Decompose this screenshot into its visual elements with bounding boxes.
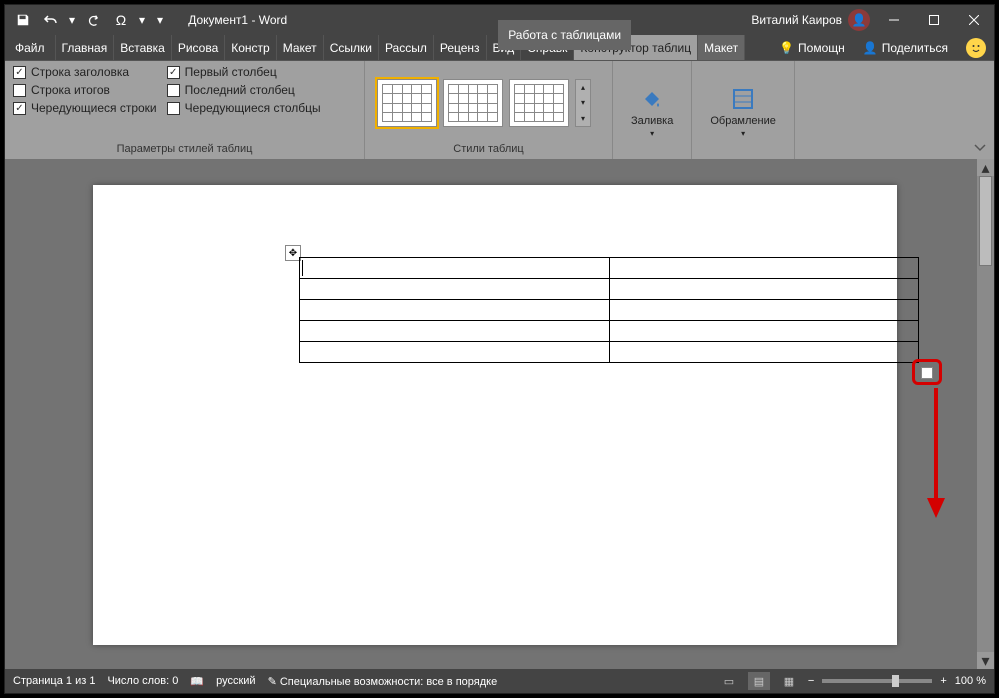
chk-banded-rows[interactable]: ✓Чередующиеся строки (13, 101, 157, 115)
qat-customize[interactable]: ▾ (155, 8, 165, 32)
tab-insert[interactable]: Вставка (114, 35, 172, 60)
scroll-down-button[interactable]: ▾ (977, 652, 994, 669)
status-bar: Страница 1 из 1 Число слов: 0 📖 русский … (5, 669, 994, 693)
bucket-icon (638, 85, 666, 113)
table-cell[interactable] (300, 279, 610, 300)
table-cell[interactable] (609, 300, 919, 321)
quick-access-toolbar: ▾ Ω ▾ ▾ (5, 8, 165, 32)
ribbon: ✓Строка заголовка Строка итогов ✓Чередую… (5, 61, 994, 159)
tab-layout[interactable]: Макет (277, 35, 324, 60)
group-label-styles: Стили таблиц (373, 141, 604, 157)
spellcheck-icon[interactable]: 📖 (190, 675, 204, 688)
document-title: Документ1 - Word (188, 13, 287, 27)
status-language[interactable]: русский (216, 675, 255, 687)
tab-mailings[interactable]: Рассыл (379, 35, 434, 60)
status-words[interactable]: Число слов: 0 (107, 675, 178, 687)
qat-dropdown-2[interactable]: ▾ (137, 8, 147, 32)
collapse-ribbon-button[interactable] (972, 139, 988, 155)
table-cell[interactable] (609, 279, 919, 300)
zoom-slider-thumb[interactable] (892, 675, 899, 687)
table-cell[interactable] (609, 258, 919, 279)
save-button[interactable] (11, 8, 35, 32)
table-cell[interactable] (609, 321, 919, 342)
symbol-button[interactable]: Ω (109, 8, 133, 32)
qat-dropdown-1[interactable]: ▾ (67, 8, 77, 32)
scroll-thumb[interactable] (979, 176, 992, 266)
chk-first-col[interactable]: ✓Первый столбец (167, 65, 321, 79)
tab-review[interactable]: Реценз (434, 35, 487, 60)
borders-button[interactable]: Обрамление▾ (700, 65, 786, 157)
document-area: ✥ ▴ ▾ (5, 159, 994, 669)
annotation-arrow-icon (921, 383, 951, 523)
close-button[interactable] (954, 5, 994, 35)
tab-references[interactable]: Ссылки (324, 35, 379, 60)
chk-header-row[interactable]: ✓Строка заголовка (13, 65, 157, 79)
redo-button[interactable] (81, 8, 105, 32)
tab-table-layout[interactable]: Макет (698, 35, 745, 60)
shading-button[interactable]: Заливка▾ (621, 65, 683, 157)
feedback-icon[interactable] (966, 38, 986, 58)
gallery-more-button[interactable]: ▴▾▾ (575, 79, 591, 127)
table-style-3[interactable] (509, 79, 569, 127)
table-cell[interactable] (300, 321, 610, 342)
zoom-out-button[interactable]: − (808, 675, 814, 687)
view-read-button[interactable]: ▭ (718, 672, 740, 690)
tab-file[interactable]: Файл (5, 35, 56, 60)
tab-design[interactable]: Констр (225, 35, 276, 60)
group-label-options: Параметры стилей таблиц (13, 141, 356, 157)
chk-total-row[interactable]: Строка итогов (13, 83, 157, 97)
user-name[interactable]: Виталий Каиров (751, 13, 842, 27)
table-cell[interactable] (300, 258, 610, 279)
table-cell[interactable] (609, 342, 919, 363)
table-style-1[interactable] (377, 79, 437, 127)
status-accessibility[interactable]: ✎ Специальные возможности: все в порядке (268, 675, 498, 688)
tell-me-button[interactable]: 💡Помощн (771, 35, 853, 60)
maximize-button[interactable] (914, 5, 954, 35)
borders-icon (729, 85, 757, 113)
tab-home[interactable]: Главная (56, 35, 115, 60)
zoom-level[interactable]: 100 % (955, 675, 986, 687)
vertical-scrollbar[interactable]: ▴ ▾ (977, 159, 994, 669)
table-cell[interactable] (300, 300, 610, 321)
document-table[interactable] (299, 257, 919, 363)
page[interactable]: ✥ (93, 185, 897, 645)
avatar[interactable]: 👤 (848, 9, 870, 31)
table-resize-handle[interactable] (921, 367, 933, 379)
chk-last-col[interactable]: Последний столбец (167, 83, 321, 97)
undo-button[interactable] (39, 8, 63, 32)
minimize-button[interactable] (874, 5, 914, 35)
table-styles-gallery: ▴▾▾ (373, 65, 595, 141)
table-cell[interactable] (300, 342, 610, 363)
zoom-in-button[interactable]: + (940, 675, 946, 687)
zoom-slider[interactable] (822, 679, 932, 683)
chk-banded-cols[interactable]: Чередующиеся столбцы (167, 101, 321, 115)
share-button[interactable]: 👤Поделиться (855, 35, 956, 60)
context-title: Работа с таблицами (498, 20, 631, 50)
status-page[interactable]: Страница 1 из 1 (13, 675, 95, 687)
scroll-up-button[interactable]: ▴ (977, 159, 994, 176)
view-print-button[interactable]: ▤ (748, 672, 770, 690)
view-web-button[interactable]: ▦ (778, 672, 800, 690)
title-bar: ▾ Ω ▾ ▾ Документ1 - Word Работа с таблиц… (5, 5, 994, 35)
table-style-2[interactable] (443, 79, 503, 127)
tab-draw[interactable]: Рисова (172, 35, 225, 60)
